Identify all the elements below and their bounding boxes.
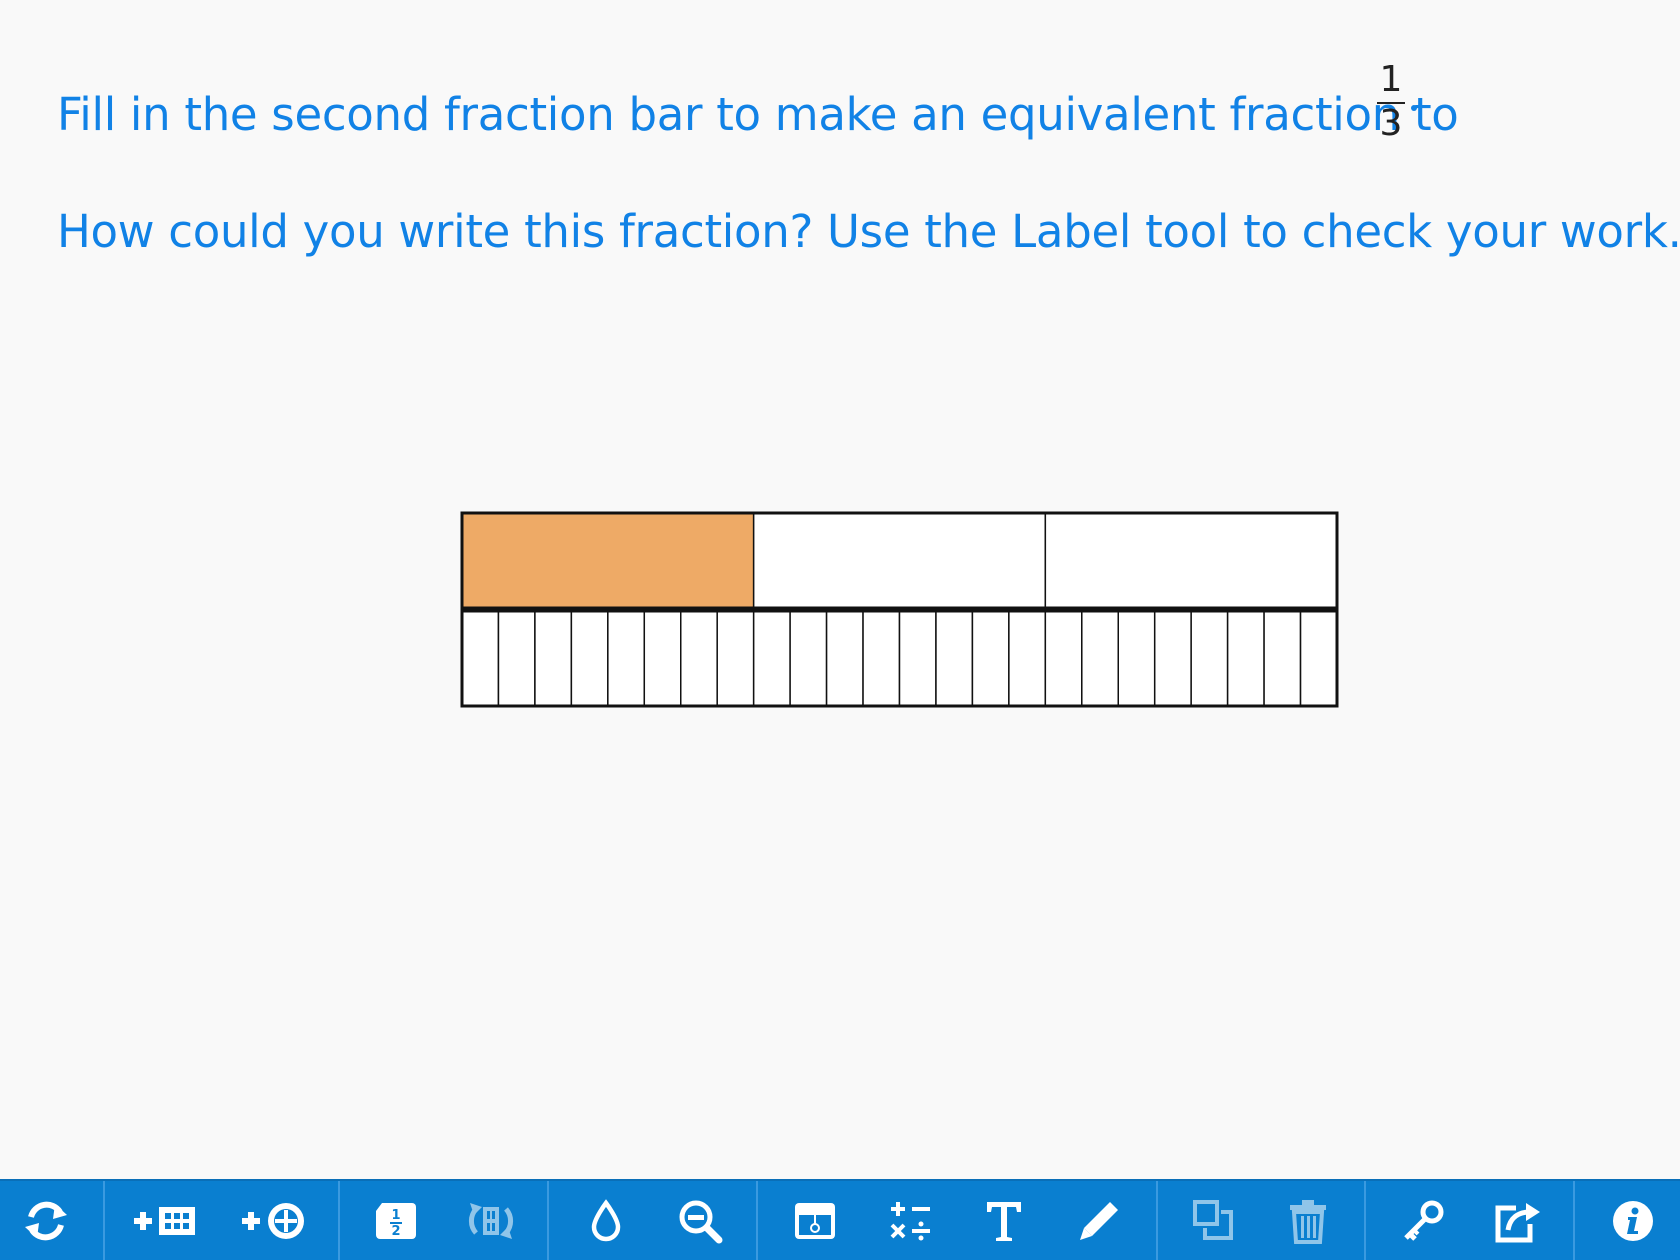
zoom-out-button[interactable] xyxy=(665,1181,735,1260)
info-icon xyxy=(1613,1200,1653,1241)
pencil-icon xyxy=(1080,1201,1118,1240)
toolbar-separator xyxy=(338,1181,340,1260)
text-button[interactable] xyxy=(969,1181,1039,1260)
fraction-bar-part[interactable] xyxy=(898,610,937,707)
fraction-bar-part[interactable] xyxy=(1153,610,1192,707)
trash-icon xyxy=(1290,1199,1326,1244)
fraction-bar-2[interactable] xyxy=(460,609,1339,708)
key-button[interactable] xyxy=(1388,1181,1458,1260)
fraction-bar-part[interactable] xyxy=(752,610,791,707)
info-button[interactable] xyxy=(1598,1181,1668,1260)
fraction-bar-part[interactable] xyxy=(789,610,828,707)
fraction-bar-part[interactable] xyxy=(1008,610,1047,707)
toolbar-separator xyxy=(103,1181,105,1260)
instruction-line-2: How could you write this fraction? Use t… xyxy=(57,205,1680,258)
fraction-denominator: 3 xyxy=(1379,103,1403,144)
rotate-bar-icon xyxy=(468,1202,514,1239)
fraction-label-icon: 1 2 xyxy=(376,1202,416,1239)
fraction-bar-part[interactable] xyxy=(1299,610,1338,707)
duplicate-button[interactable] xyxy=(1179,1181,1249,1260)
fraction-bar-part[interactable] xyxy=(643,610,682,707)
fraction-bar-part[interactable] xyxy=(716,610,755,707)
bottom-toolbar: 1 2 xyxy=(0,1179,1680,1260)
fraction-bar-part[interactable] xyxy=(607,610,646,707)
fraction-bar-part[interactable] xyxy=(752,512,1047,609)
share-icon xyxy=(1495,1202,1540,1242)
fill-color-icon xyxy=(591,1198,621,1241)
fraction-bar-part[interactable] xyxy=(1044,610,1083,707)
add-fraction-circle-icon xyxy=(242,1202,304,1239)
duplicate-icon xyxy=(1193,1199,1233,1240)
refresh-button[interactable] xyxy=(11,1181,81,1260)
rotate-bar-button[interactable] xyxy=(456,1181,526,1260)
fraction-bar-1[interactable] xyxy=(460,511,1339,610)
toolbar-separator xyxy=(1573,1181,1575,1260)
fraction-bar-part[interactable] xyxy=(1081,610,1120,707)
fraction-bar-part[interactable] xyxy=(461,512,755,609)
add-fraction-bar-button[interactable] xyxy=(132,1181,202,1260)
svg-text:2: 2 xyxy=(391,1224,400,1239)
add-fraction-circle-button[interactable] xyxy=(240,1181,310,1260)
toolbar-separator xyxy=(1156,1181,1158,1260)
fraction-bar-part[interactable] xyxy=(1044,512,1338,609)
toolbar-separator xyxy=(1364,1181,1366,1260)
fraction-bar-part[interactable] xyxy=(1117,610,1156,707)
fraction-numerator: 1 xyxy=(1379,59,1403,100)
fraction-bar-part[interactable] xyxy=(680,610,718,707)
fraction-label-button[interactable]: 1 2 xyxy=(361,1181,431,1260)
operations-button[interactable] xyxy=(875,1181,945,1260)
fill-color-button[interactable] xyxy=(571,1181,641,1260)
refresh-icon xyxy=(25,1201,67,1240)
trash-button[interactable] xyxy=(1273,1181,1343,1260)
period xyxy=(1411,105,1417,111)
toolbar-separator xyxy=(547,1181,549,1260)
fraction-bar-part[interactable] xyxy=(1263,610,1302,707)
fraction-bar-part[interactable] xyxy=(935,610,974,707)
fraction-bar-part[interactable] xyxy=(1226,610,1265,707)
operations-icon xyxy=(890,1201,930,1240)
key-icon xyxy=(1404,1200,1444,1241)
fraction-bars-workspace xyxy=(460,511,1339,708)
fraction-bar-part[interactable] xyxy=(497,610,536,707)
fraction-bar-part[interactable] xyxy=(534,610,573,707)
toolbar-separator xyxy=(756,1181,758,1260)
instruction-line-1: Fill in the second fraction bar to make … xyxy=(57,88,1459,141)
zoom-out-icon xyxy=(679,1200,723,1243)
fraction-bar-part[interactable] xyxy=(461,610,500,707)
add-fraction-bar-icon xyxy=(134,1206,195,1235)
fraction-bar-part[interactable] xyxy=(862,610,901,707)
shade-button[interactable] xyxy=(780,1181,850,1260)
svg-text:1: 1 xyxy=(391,1208,400,1223)
shade-icon xyxy=(795,1202,835,1239)
fraction-bar-part[interactable] xyxy=(825,610,864,707)
text-icon xyxy=(987,1201,1021,1241)
pencil-button[interactable] xyxy=(1064,1181,1134,1260)
fraction-bar-part[interactable] xyxy=(971,610,1010,707)
fraction-bar-part[interactable] xyxy=(1190,610,1229,707)
fraction-bar-part[interactable] xyxy=(570,610,609,707)
share-button[interactable] xyxy=(1482,1181,1552,1260)
target-fraction: 1 3 xyxy=(1369,62,1413,142)
